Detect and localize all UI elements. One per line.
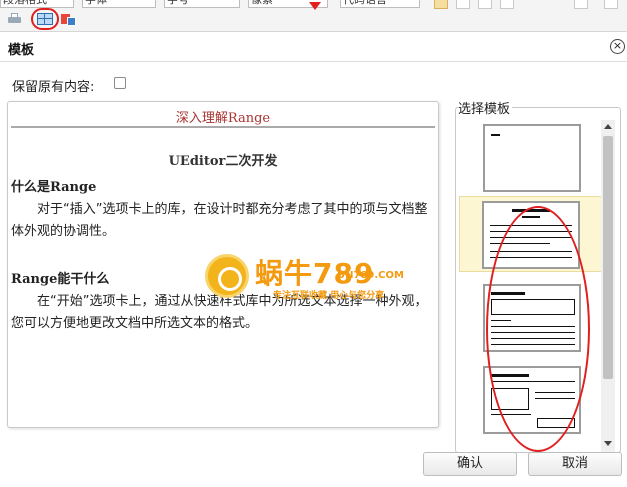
template-item-title-lines[interactable] <box>459 196 603 272</box>
align-right-button[interactable] <box>478 0 492 9</box>
template-dialog: 模板 × 保留原有内容: 深入理解Range UEditor二次开发 什么是Ra… <box>0 32 627 487</box>
close-icon[interactable]: × <box>610 39 625 54</box>
template-chooser <box>455 107 621 453</box>
scroll-down-icon[interactable] <box>604 441 612 446</box>
dialog-header: 模板 × <box>0 32 627 62</box>
template-thumbnail <box>483 124 581 192</box>
code-language-select[interactable]: 代码语言 <box>340 0 420 8</box>
toolbar-button[interactable] <box>574 0 588 9</box>
preview-title: 深入理解Range <box>175 111 271 126</box>
scroll-up-icon[interactable] <box>604 124 612 129</box>
template-list <box>457 118 603 452</box>
paragraph-format-select[interactable]: 段落格式 <box>0 0 74 8</box>
watermark-slogan: 专注互联收藏 用心与您分享 <box>273 291 385 301</box>
preview-divider <box>11 126 435 128</box>
template-thumbnail <box>483 284 581 352</box>
preview-paragraph: 对于“插入”选项卡上的库，在设计时都充分考虑了其中的项与文档整体外观的协调性。 <box>11 202 428 239</box>
align-center-button[interactable] <box>456 0 470 9</box>
font-size-select[interactable]: 字号 <box>164 0 240 8</box>
print-icon[interactable] <box>6 11 24 27</box>
template-item-blank[interactable] <box>459 118 603 194</box>
font-family-select[interactable]: 字体 <box>82 0 156 8</box>
toolbar-button[interactable] <box>604 0 618 9</box>
cancel-button[interactable]: 取消 <box>528 452 622 476</box>
template-thumbnail <box>483 366 581 434</box>
scroll-thumb[interactable] <box>603 136 613 379</box>
keep-content-checkbox[interactable] <box>114 77 126 89</box>
align-left-button[interactable] <box>434 0 448 9</box>
wordimage-icon[interactable] <box>60 11 78 27</box>
annotation-arrow <box>309 2 321 10</box>
snail-logo-icon <box>205 254 249 298</box>
annotation-circle <box>31 8 59 30</box>
keep-content-label: 保留原有内容: <box>12 80 95 95</box>
template-scrollbar[interactable] <box>601 120 615 452</box>
preview-section-heading: Range能干什么 <box>11 272 110 287</box>
template-item-two-box[interactable] <box>459 360 603 436</box>
site-watermark: 蜗牛789 UN789.COM 专注互联收藏 用心与您分享 <box>205 252 435 304</box>
dialog-title: 模板 <box>8 43 35 58</box>
watermark-url: UN789.COM <box>337 270 404 281</box>
align-justify-button[interactable] <box>500 0 514 9</box>
template-item-box-lines[interactable] <box>459 278 603 354</box>
confirm-button[interactable]: 确认 <box>423 452 517 476</box>
preview-subheading: UEditor二次开发 <box>168 154 278 169</box>
chooser-legend: 选择模板 <box>458 98 513 117</box>
template-thumbnail <box>482 201 580 269</box>
editor-toolbar: 段落格式 字体 字号 像素 代码语言 <box>0 0 627 32</box>
preview-section-heading: 什么是Range <box>11 180 97 195</box>
